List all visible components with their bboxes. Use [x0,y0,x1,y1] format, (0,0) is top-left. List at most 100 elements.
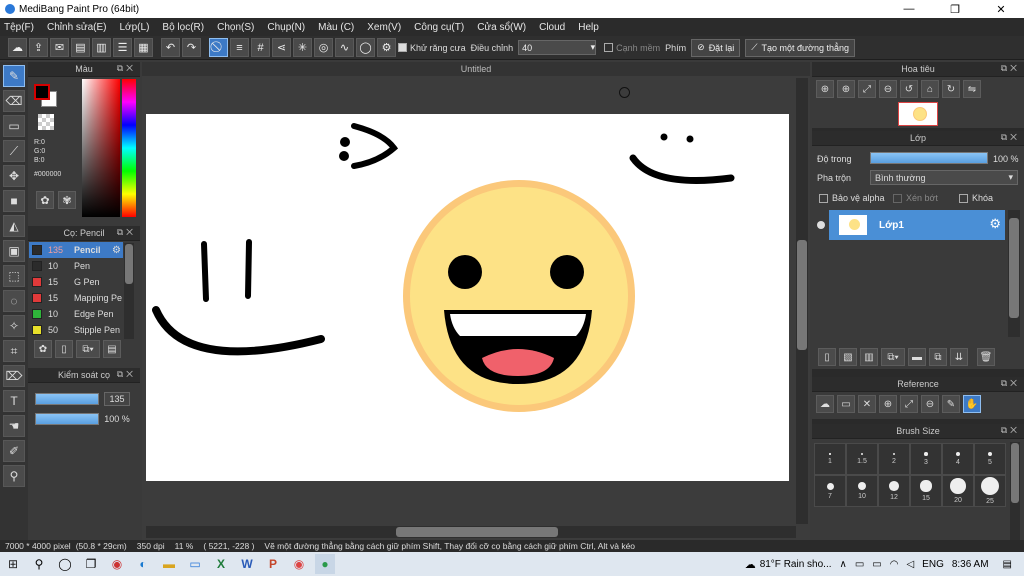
fit-window-icon[interactable]: ⤢ [900,395,918,413]
panel-controls-icon[interactable]: ⧉✕ [117,63,136,74]
close-button[interactable]: ✕ [978,0,1024,18]
merge-layer-icon[interactable]: ⇊ [950,348,968,366]
chrome-icon[interactable]: ◉ [289,554,309,574]
zoom-in-icon[interactable]: ⊕ [879,395,897,413]
brush-settings-icon[interactable]: ▤ [103,340,121,358]
reset-button[interactable]: ⊘ Đặt lại [691,38,741,57]
grid-snap-icon[interactable]: # [251,38,270,57]
menu-edit[interactable]: Chỉnh sửa(E) [47,22,107,33]
menu-layer[interactable]: Lớp(L) [120,22,150,33]
menu-color[interactable]: Màu (C) [318,22,354,33]
line-tool-icon[interactable]: ⟋ [3,140,25,162]
saturation-value-field[interactable] [82,79,120,217]
no-snap-icon[interactable]: ⃠ [209,38,228,57]
brush-size-preset[interactable]: 3 [910,443,942,475]
gear-icon[interactable]: ⚙ [112,245,121,256]
panel-controls-icon[interactable]: ⧉✕ [1001,63,1020,74]
gradient-tool-icon[interactable]: ▣ [3,240,25,262]
parallel-snap-icon[interactable]: ≡ [230,38,249,57]
new-halftone-layer-icon[interactable]: ▧ [839,348,857,366]
notifications-icon[interactable]: ▤ [1003,559,1012,570]
protect-alpha-checkbox[interactable] [819,194,828,203]
blur-tool-icon[interactable]: ✐ [3,440,25,462]
menu-file[interactable]: Tệp(F) [4,22,34,33]
excel-icon[interactable]: X [211,554,231,574]
brush-menu-icon[interactable]: ⧉▾ [76,340,100,358]
rectangle-tool-icon[interactable]: ▭ [3,115,25,137]
brush-size-preset[interactable]: 25 [974,475,1006,507]
radial-snap-icon[interactable]: ✳ [293,38,312,57]
select-eraser-tool-icon[interactable]: ⌦ [3,365,25,387]
color-palette-button[interactable]: ✾ [58,191,76,209]
zoom-out-icon[interactable]: ⊖ [879,80,897,98]
cloud-icon[interactable]: ☁ [8,38,27,57]
weather-text[interactable]: 81°F Rain sho... [760,559,832,570]
language-indicator[interactable]: ENG [922,559,944,570]
text-tool-icon[interactable]: T [3,390,25,412]
curve-snap-icon[interactable]: ∿ [335,38,354,57]
delete-layer-icon[interactable]: 🗑 [977,348,995,366]
brush-size-value[interactable]: 135 [104,392,130,406]
powerpoint-icon[interactable]: P [263,554,283,574]
layer-menu-icon[interactable]: ⧉▾ [881,348,905,366]
panel-controls-icon[interactable]: ⧉✕ [117,227,136,238]
minimize-button[interactable]: — [886,0,932,18]
vertical-scroll-thumb[interactable] [797,240,807,350]
select-pen-tool-icon[interactable]: ⌗ [3,340,25,362]
straight-line-button[interactable]: ⟋ Tạo một đường thẳng [745,38,855,57]
rotate-right-icon[interactable]: ↻ [942,80,960,98]
brush-size-scrollbar[interactable] [1010,442,1020,540]
move-tool-icon[interactable]: ✥ [3,165,25,187]
brush-list-item[interactable]: 10 Edge Pen [29,306,123,322]
soft-edge-checkbox[interactable] [604,43,614,52]
menu-select[interactable]: Chọn(S) [217,22,254,33]
layer-opacity-slider[interactable] [870,152,988,164]
new-1bit-layer-icon[interactable]: ▥ [860,348,878,366]
hand-icon[interactable]: ✋ [963,395,981,413]
flip-icon[interactable]: ⇋ [963,80,981,98]
volume-icon[interactable]: ◁ [906,559,914,570]
layout-icon[interactable]: ▦ [134,38,153,57]
magic-wand-tool-icon[interactable]: ✧ [3,315,25,337]
brush-size-preset[interactable]: 4 [942,443,974,475]
lasso-tool-icon[interactable]: ◌ [3,290,25,312]
brush-size-preset[interactable]: 2 [878,443,910,475]
duplicate-layer-icon[interactable]: ⧉ [929,348,947,366]
search-icon[interactable]: ⚲ [29,554,49,574]
brush-size-preset[interactable]: 20 [942,475,974,507]
menu-window[interactable]: Cửa sổ(W) [477,22,526,33]
panel-controls-icon[interactable]: ⧉✕ [1001,425,1020,436]
brush-list-item[interactable]: 15 G Pen [29,274,123,290]
app-icon[interactable]: ◉ [107,554,127,574]
brush-list-item[interactable]: 50 Stipple Pen [29,322,123,338]
brush-list-scrollbar[interactable] [124,243,134,339]
menu-cloud[interactable]: Cloud [539,22,565,33]
circle-snap-icon[interactable]: ◎ [314,38,333,57]
windows-start-icon[interactable]: ⊞ [3,554,23,574]
layer-row[interactable]: Lớp1 ⚙ [829,210,1005,240]
message-icon[interactable]: ▤ [71,38,90,57]
cortana-icon[interactable]: ◯ [55,554,75,574]
zoom-in-icon[interactable]: ⊕ [837,80,855,98]
horizontal-scrollbar[interactable] [146,526,796,538]
fit-window-icon[interactable]: ⤢ [858,80,876,98]
brush-size-preset[interactable]: 7 [814,475,846,507]
computer-icon[interactable]: ▭ [185,554,205,574]
menu-filter[interactable]: Bộ lọc(R) [162,22,204,33]
menu-help[interactable]: Help [578,22,599,33]
undo-icon[interactable]: ↶ [161,38,180,57]
navigator-preview[interactable] [898,102,938,126]
fill-rect-tool-icon[interactable]: ■ [3,190,25,212]
snap-settings-icon[interactable]: ⚙ [377,38,396,57]
battery-icon[interactable]: ▭ [872,559,881,570]
eyedropper-tool-icon[interactable]: ⚲ [3,465,25,487]
brush-size-preset[interactable]: 12 [878,475,910,507]
panel-controls-icon[interactable]: ⧉✕ [1001,378,1020,389]
word-icon[interactable]: W [237,554,257,574]
add-brush-icon[interactable]: ✿ [34,340,52,358]
vanishing-snap-icon[interactable]: ⋖ [272,38,291,57]
zoom-out-icon[interactable]: ⊖ [921,395,939,413]
adjust-select[interactable]: 40 ▾ [518,40,597,55]
brush-size-preset[interactable]: 5 [974,443,1006,475]
brush-list-item[interactable]: 10 Pen [29,258,123,274]
